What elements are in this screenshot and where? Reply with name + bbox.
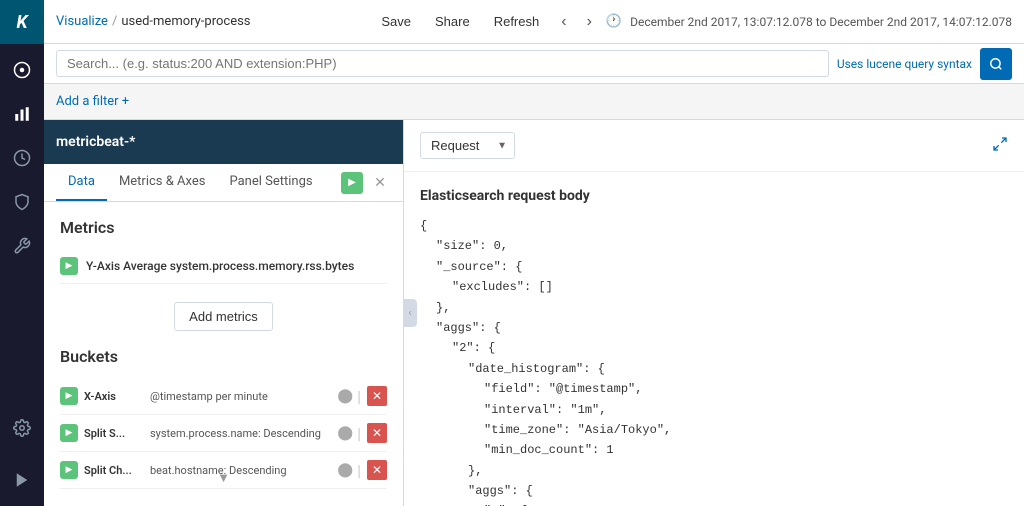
pipe-icon-xaxis: |	[357, 387, 361, 406]
tab-panel-settings[interactable]: Panel Settings	[217, 164, 324, 201]
buckets-title: Buckets	[60, 347, 387, 366]
close-panel-button[interactable]: ✕	[369, 172, 391, 194]
metric-label: Y-Axis Average system.process.memory.rss…	[86, 259, 354, 273]
code-line: "excludes": []	[420, 277, 1008, 297]
code-line: "3": {	[420, 501, 1008, 506]
nav-item-dashboard[interactable]	[0, 136, 44, 180]
run-button[interactable]: ▶	[341, 172, 363, 194]
pipe-icon-splitcharts: |	[357, 461, 361, 480]
date-range-icon: 🕐	[606, 14, 622, 29]
toggle-icon-splitcharts[interactable]: ⬤	[337, 462, 353, 478]
code-line: {	[420, 216, 1008, 236]
nav-item-visualize[interactable]	[0, 92, 44, 136]
code-line: "time_zone": "Asia/Tokyo",	[420, 420, 1008, 440]
request-title: Elasticsearch request body	[420, 188, 1008, 204]
left-navigation: K	[0, 0, 44, 506]
bucket-play-splitcharts[interactable]: ▶	[60, 461, 78, 479]
tab-data[interactable]: Data	[56, 164, 107, 201]
left-panel: metricbeat-* Data Metrics & Axes Panel S…	[44, 120, 404, 506]
nav-item-devtools[interactable]	[0, 224, 44, 268]
code-line: },	[420, 298, 1008, 318]
code-block: { "size": 0, "_source": { "excludes": []…	[420, 216, 1008, 506]
expand-icon[interactable]	[992, 136, 1008, 156]
collapse-bottom[interactable]: ▼	[217, 470, 230, 486]
code-line: "field": "@timestamp",	[420, 379, 1008, 399]
nav-item-play[interactable]	[0, 458, 44, 502]
prev-arrow[interactable]: ‹	[555, 11, 572, 33]
index-pattern-label: metricbeat-*	[56, 134, 135, 150]
breadcrumb-parent[interactable]: Visualize	[56, 14, 108, 29]
code-line: "aggs": {	[420, 318, 1008, 338]
code-line: },	[420, 461, 1008, 481]
search-button[interactable]	[980, 48, 1012, 80]
bucket-row-xaxis: ▶ X-Axis @timestamp per minute ⬤ | ✕	[60, 378, 387, 415]
bucket-info-splitseries: system.process.name: Descending	[150, 427, 331, 440]
bucket-type-splitseries: Split S...	[84, 427, 144, 440]
search-bar: Uses lucene query syntax	[44, 44, 1024, 84]
metrics-section: Metrics ▶ Y-Axis Average system.process.…	[60, 218, 387, 331]
code-line: "_source": {	[420, 257, 1008, 277]
bucket-type-splitcharts: Split Ch...	[84, 464, 144, 477]
breadcrumb-separator: /	[112, 14, 117, 29]
code-line: "min_doc_count": 1	[420, 440, 1008, 460]
breadcrumb: Visualize / used-memory-process	[56, 14, 251, 29]
bucket-type-xaxis: X-Axis	[84, 390, 144, 403]
lucene-link[interactable]: Uses lucene query syntax	[837, 57, 972, 71]
bucket-row-splitseries: ▶ Split S... system.process.name: Descen…	[60, 415, 387, 452]
search-input[interactable]	[56, 50, 829, 77]
nav-item-settings[interactable]	[0, 406, 44, 450]
collapse-handle[interactable]: ‹	[403, 299, 417, 327]
toggle-icon-splitseries[interactable]: ⬤	[337, 425, 353, 441]
next-arrow[interactable]: ›	[581, 11, 598, 33]
top-bar: Visualize / used-memory-process Save Sha…	[44, 0, 1024, 44]
code-line: "2": {	[420, 338, 1008, 358]
content-area: metricbeat-* Data Metrics & Axes Panel S…	[44, 120, 1024, 506]
add-filter-button[interactable]: Add a filter +	[56, 94, 129, 109]
delete-xaxis-button[interactable]: ✕	[367, 386, 387, 406]
bucket-info-splitcharts: beat.hostname: Descending	[150, 464, 331, 477]
nav-item-discover[interactable]	[0, 48, 44, 92]
filter-bar: Add a filter +	[44, 84, 1024, 120]
panel-content: Metrics ▶ Y-Axis Average system.process.…	[44, 202, 403, 506]
breadcrumb-current: used-memory-process	[121, 14, 250, 29]
toggle-icon-xaxis[interactable]: ⬤	[337, 388, 353, 404]
buckets-section: Buckets ▶ X-Axis @timestamp per minute ⬤…	[60, 347, 387, 489]
toolbar-actions: Save Share Refresh ‹ › 🕐 December 2nd 20…	[373, 10, 1012, 33]
bucket-play-xaxis[interactable]: ▶	[60, 387, 78, 405]
metric-play-button[interactable]: ▶	[60, 257, 78, 275]
date-range-text: December 2nd 2017, 13:07:12.078 to Decem…	[630, 15, 1012, 29]
bucket-info-xaxis: @timestamp per minute	[150, 390, 331, 403]
panel-header: metricbeat-*	[44, 120, 403, 164]
metric-row-yaxis: ▶ Y-Axis Average system.process.memory.r…	[60, 249, 387, 284]
code-line: "interval": "1m",	[420, 400, 1008, 420]
code-line: "date_histogram": {	[420, 359, 1008, 379]
right-panel-body: Elasticsearch request body { "size": 0, …	[404, 172, 1024, 506]
tab-metrics-axes[interactable]: Metrics & Axes	[107, 164, 218, 201]
bucket-play-splitseries[interactable]: ▶	[60, 424, 78, 442]
refresh-button[interactable]: Refresh	[486, 10, 548, 33]
kibana-logo[interactable]: K	[0, 0, 44, 44]
pipe-icon-splitseries: |	[357, 424, 361, 443]
panel-tabs: Data Metrics & Axes Panel Settings ▶ ✕	[44, 164, 403, 202]
request-select[interactable]: Request Response	[420, 132, 515, 159]
delete-splitseries-button[interactable]: ✕	[367, 423, 387, 443]
right-panel: Request Response ▼ Elasticsearch request…	[404, 120, 1024, 506]
request-select-wrapper: Request Response ▼	[420, 132, 515, 159]
share-button[interactable]: Share	[427, 10, 478, 33]
metrics-title: Metrics	[60, 218, 387, 237]
save-button[interactable]: Save	[373, 10, 419, 33]
code-line: "aggs": {	[420, 481, 1008, 501]
nav-item-timelion[interactable]	[0, 180, 44, 224]
delete-splitcharts-button[interactable]: ✕	[367, 460, 387, 480]
add-metrics-button[interactable]: Add metrics	[174, 302, 273, 331]
right-panel-header: Request Response ▼	[404, 120, 1024, 172]
code-line: "size": 0,	[420, 236, 1008, 256]
